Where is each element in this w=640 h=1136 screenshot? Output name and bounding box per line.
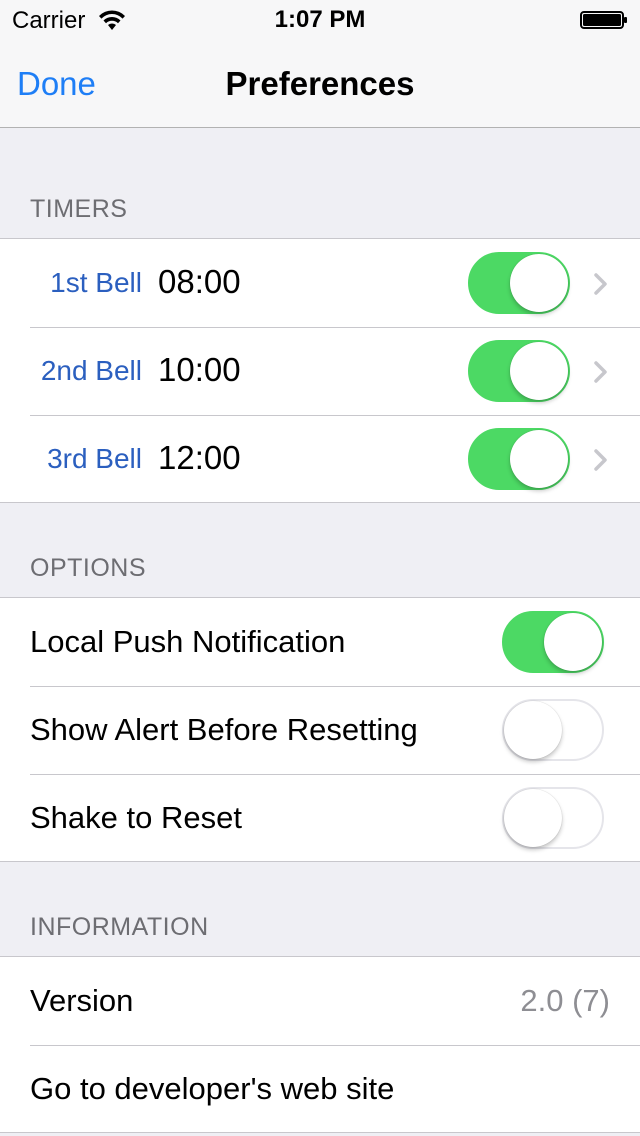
timer-1st-bell-toggle[interactable] <box>468 252 570 314</box>
battery-icon <box>580 11 627 29</box>
version-row: Version 2.0 (7) <box>0 957 640 1045</box>
option-row-show-alert: Show Alert Before Resetting <box>0 686 640 774</box>
bell-label: 1st Bell <box>50 267 142 298</box>
options-section-header: OPTIONS <box>30 554 147 582</box>
bell-time: 12:00 <box>158 439 241 476</box>
timer-row-2nd-bell[interactable]: 2nd Bell 10:00 <box>0 327 640 415</box>
timer-2nd-bell-toggle[interactable] <box>468 340 570 402</box>
toggle-knob <box>510 342 568 400</box>
version-label: Version <box>30 983 134 1018</box>
show-alert-toggle[interactable] <box>502 699 604 761</box>
option-label: Shake to Reset <box>30 800 242 835</box>
bell-time: 10:00 <box>158 351 241 388</box>
information-section-header: INFORMATION <box>30 913 209 941</box>
timers-section-header: TIMERS <box>30 195 128 223</box>
developer-website-link[interactable]: Go to developer's web site <box>30 1045 394 1133</box>
developer-website-row[interactable]: Go to developer's web site <box>0 1045 640 1133</box>
option-row-local-push: Local Push Notification <box>0 598 640 686</box>
toggle-knob <box>504 701 562 759</box>
chevron-right-icon <box>594 449 607 471</box>
local-push-toggle[interactable] <box>502 611 604 673</box>
bell-label: 3rd Bell <box>47 443 142 474</box>
options-group: Local Push Notification Show Alert Befor… <box>0 597 640 862</box>
bell-label: 2nd Bell <box>40 355 142 386</box>
page-title: Preferences <box>225 65 415 102</box>
chevron-right-icon <box>594 273 607 295</box>
option-row-shake-reset: Shake to Reset <box>0 774 640 862</box>
toggle-knob <box>510 430 568 488</box>
chevron-right-icon <box>594 361 607 383</box>
status-time: 1:07 PM <box>274 6 366 33</box>
timer-row-1st-bell[interactable]: 1st Bell 08:00 <box>0 239 640 327</box>
toggle-knob <box>510 254 568 312</box>
timers-group: 1st Bell 08:00 2nd Bell 10:00 3rd Bell 1… <box>0 238 640 503</box>
timer-row-3rd-bell[interactable]: 3rd Bell 12:00 <box>0 415 640 503</box>
toggle-knob <box>504 789 562 847</box>
information-group: Version 2.0 (7) Go to developer's web si… <box>0 956 640 1133</box>
option-label: Local Push Notification <box>30 624 346 659</box>
toggle-knob <box>544 613 602 671</box>
version-value: 2.0 (7) <box>520 983 610 1018</box>
timer-3rd-bell-toggle[interactable] <box>468 428 570 490</box>
option-label: Show Alert Before Resetting <box>30 712 418 747</box>
navigation-bar: Done Preferences <box>0 40 640 128</box>
bell-time: 08:00 <box>158 263 241 300</box>
status-bar: Carrier 1:07 PM <box>0 0 640 40</box>
shake-reset-toggle[interactable] <box>502 787 604 849</box>
